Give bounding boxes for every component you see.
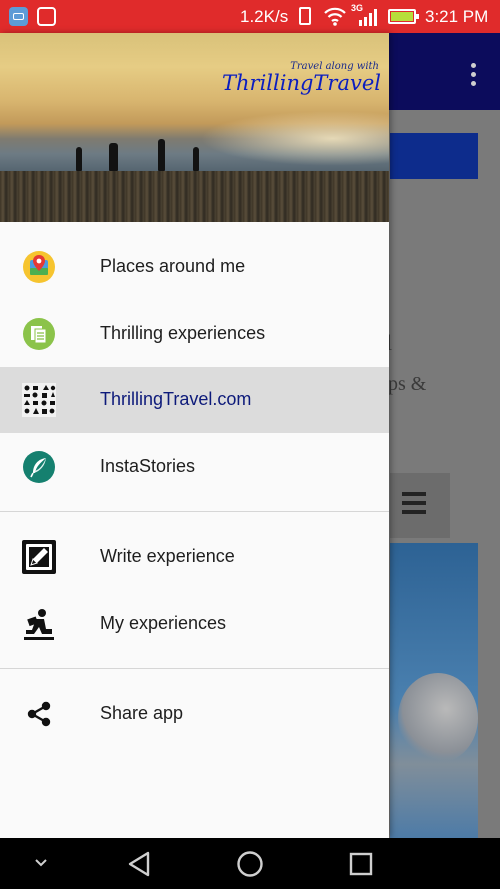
silhouette-person: [193, 147, 199, 171]
status-bar: 1.2K/s 3G 3:21 PM: [0, 0, 500, 33]
net-speed: 1.2K/s: [240, 7, 289, 26]
drawer-item-label: Places around me: [100, 256, 246, 276]
drawer-divider: [0, 511, 389, 512]
battery-icon: [388, 9, 419, 24]
android-debug-icon: [9, 7, 28, 26]
drawer-item-label: InstaStories: [100, 456, 196, 476]
share-icon: [27, 701, 51, 727]
back-icon[interactable]: [126, 850, 152, 878]
documents-icon: [23, 318, 55, 350]
cloud-image: [398, 673, 478, 763]
wifi-icon: [324, 7, 346, 26]
drawer-item-thrilling-experiences[interactable]: Thrilling experiences: [0, 301, 389, 367]
signal-icon: [359, 9, 377, 26]
feather-icon: [23, 451, 55, 483]
recents-icon[interactable]: [348, 851, 374, 877]
navigation-bar: [0, 838, 500, 889]
clock: 3:21 PM: [425, 7, 489, 26]
drawer-header: Travel along with ThrillingTravel: [0, 33, 389, 222]
reader-icon: [24, 609, 54, 640]
navigation-drawer: Travel along with ThrillingTravel Places…: [0, 33, 389, 838]
home-icon[interactable]: [236, 850, 264, 878]
usb-debug-icon: [37, 7, 56, 26]
drawer-item-my-experiences[interactable]: My experiences: [0, 591, 389, 657]
page-text-fragment: ps &: [388, 373, 427, 395]
drawer-item-label: Write experience: [100, 546, 235, 566]
header-brand: ThrillingTravel: [222, 71, 381, 95]
drawer-item-instastories[interactable]: InstaStories: [0, 434, 389, 500]
hide-nav-chevron-icon[interactable]: [34, 858, 48, 868]
hamburger-menu-icon[interactable]: [390, 473, 450, 538]
silhouette-person: [76, 147, 82, 171]
map-pin-icon: [23, 251, 55, 283]
drawer-item-write-experience[interactable]: Write experience: [0, 524, 389, 590]
drawer-item-thrillingtravel-com[interactable]: ThrillingTravel.com: [0, 367, 389, 433]
page-banner: [390, 133, 478, 179]
activities-grid-icon: [22, 383, 56, 417]
write-icon: [22, 540, 56, 574]
drawer-item-places-around-me[interactable]: Places around me: [0, 234, 389, 300]
silhouette-person: [158, 139, 165, 171]
drawer-item-label: ThrillingTravel.com: [100, 389, 252, 409]
overflow-menu-icon[interactable]: [471, 63, 476, 90]
drawer-item-label: My experiences: [100, 613, 227, 633]
drawer-item-label: Thrilling experiences: [100, 323, 266, 343]
drawer-item-label: Share app: [100, 703, 184, 723]
silhouette-person: [109, 143, 118, 171]
drawer-item-share-app[interactable]: Share app: [0, 681, 389, 747]
drawer-divider: [0, 668, 389, 669]
vibrate-icon: [299, 7, 311, 25]
